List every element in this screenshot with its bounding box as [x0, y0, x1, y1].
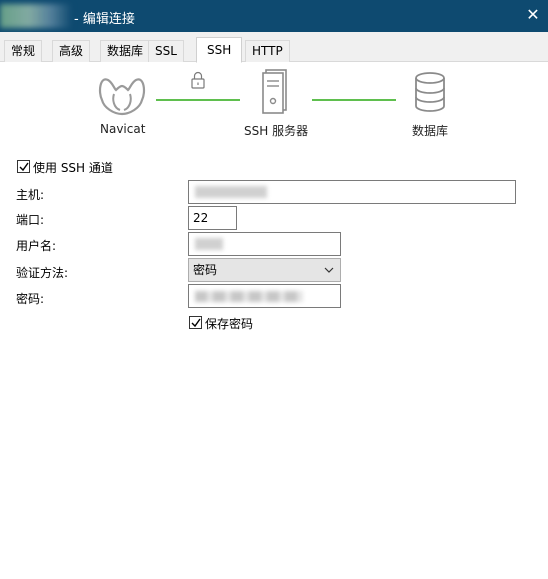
tab-ssl[interactable]: SSL — [148, 40, 184, 62]
tab-ssh[interactable]: SSH — [196, 37, 243, 63]
host-label: 主机: — [16, 188, 45, 202]
window-title: - 编辑连接 — [74, 12, 135, 27]
tab-advanced[interactable]: 高级 — [52, 40, 91, 62]
check-icon — [191, 318, 201, 328]
save-password-label: 保存密码 — [205, 317, 254, 331]
client-label: Navicat — [100, 122, 146, 136]
redacted-username — [195, 238, 223, 250]
port-input[interactable]: 22 — [188, 206, 237, 230]
username-label: 用户名: — [16, 239, 57, 253]
username-input[interactable] — [188, 232, 341, 256]
password-label: 密码: — [16, 292, 45, 306]
title-bar: - 编辑连接 ✕ — [0, 0, 548, 32]
host-input[interactable] — [188, 180, 516, 204]
tab-http[interactable]: HTTP — [245, 40, 290, 62]
navicat-logo-icon — [98, 78, 146, 116]
close-icon[interactable]: ✕ — [524, 6, 542, 24]
auth-method-value: 密码 — [193, 263, 218, 277]
ssh-panel: Navicat SSH 服务器 数据库 使用 SSH 通道 主机: 端口: 22… — [0, 62, 548, 579]
use-ssh-label: 使用 SSH 通道 — [33, 161, 113, 175]
redacted-host — [195, 186, 267, 198]
check-icon — [19, 162, 29, 172]
database-label: 数据库 — [412, 124, 449, 138]
database-icon — [415, 72, 445, 112]
tab-strip: 常规 高级 数据库 SSL SSH HTTP — [0, 32, 548, 63]
tab-general[interactable]: 常规 — [4, 40, 43, 62]
auth-method-select[interactable]: 密码 — [188, 258, 341, 282]
server-icon — [262, 69, 287, 114]
save-password-checkbox[interactable] — [189, 316, 202, 329]
app-icon — [0, 4, 72, 28]
use-ssh-checkbox[interactable] — [17, 160, 30, 173]
lock-icon — [191, 71, 205, 89]
port-label: 端口: — [16, 213, 45, 227]
masked-password — [195, 291, 303, 302]
auth-method-label: 验证方法: — [16, 266, 69, 280]
tab-database[interactable]: 数据库 — [100, 40, 151, 62]
server-label: SSH 服务器 — [244, 124, 309, 138]
password-input[interactable] — [188, 284, 341, 308]
